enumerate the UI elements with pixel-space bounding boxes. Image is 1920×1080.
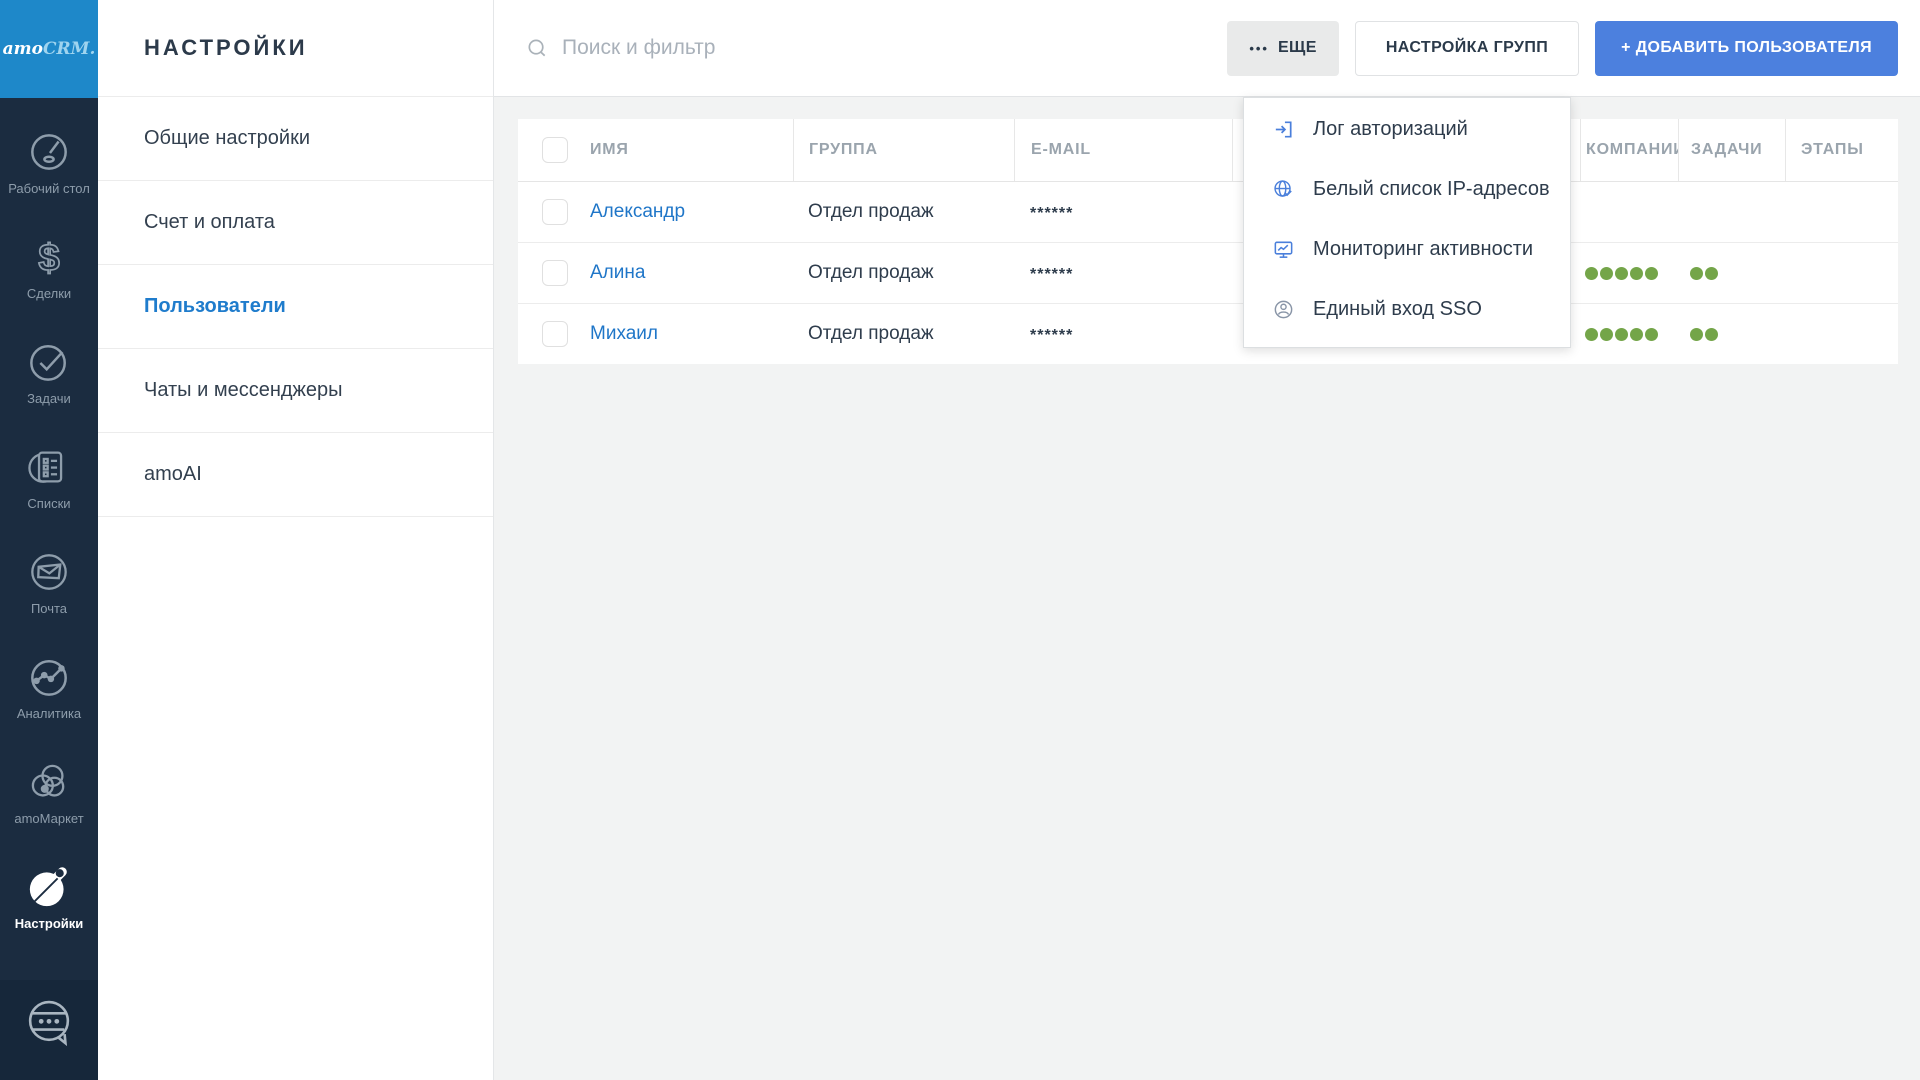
sidebar-item-label: Сделки	[26, 286, 72, 301]
user-name-link[interactable]: Алина	[590, 262, 645, 284]
settings-nav-item-general[interactable]: Общие настройки	[98, 97, 493, 181]
sidebar-item-label: Задачи	[27, 391, 71, 406]
sidebar-item-settings[interactable]: Настройки	[0, 845, 98, 950]
table-row: Александр Отдел продаж ******	[518, 182, 1898, 242]
settings-nav-item-billing[interactable]: Счет и оплата	[98, 181, 493, 265]
companies-dots	[1585, 266, 1658, 280]
login-icon	[1272, 118, 1295, 141]
sidebar-item-amomarket[interactable]: amoМаркет	[0, 740, 98, 845]
sidebar-item-deals[interactable]: $ Сделки	[0, 215, 98, 320]
menu-item-ip-whitelist[interactable]: Белый список IP-адресов	[1244, 159, 1570, 219]
menu-item-label: Белый список IP-адресов	[1313, 177, 1550, 200]
sidebar-item-label: Почта	[30, 601, 68, 616]
sidebar-item-label: Списки	[27, 496, 71, 511]
logo-crm-text: CRM.	[42, 39, 96, 59]
sidebar-item-label: amoМаркет	[14, 811, 84, 826]
row-checkbox[interactable]	[542, 260, 568, 286]
monitor-icon	[1272, 238, 1295, 261]
sidebar-item-tasks[interactable]: Задачи	[0, 320, 98, 425]
sidebar-item-label: Настройки	[14, 916, 84, 931]
row-checkbox[interactable]	[542, 321, 568, 347]
menu-item-auth-log[interactable]: Лог авторизаций	[1244, 99, 1570, 159]
sidebar-item-lists[interactable]: Списки	[0, 425, 98, 530]
tasks-dots	[1690, 327, 1718, 341]
person-circle-icon	[1272, 298, 1295, 321]
topbar-buttons: ••• ЕЩЕ НАСТРОЙКА ГРУПП + ДОБАВИТЬ ПОЛЬЗ…	[1227, 20, 1898, 76]
sidebar-item-analytics[interactable]: Аналитика	[0, 635, 98, 740]
search-icon	[526, 37, 549, 60]
sidebar-nav: Рабочий стол $ Сделки Задачи Списки Почт…	[0, 98, 98, 950]
table-row: Михаил Отдел продаж ******	[518, 303, 1898, 364]
sidebar-item-label: Аналитика	[16, 706, 82, 721]
dashboard-icon	[26, 129, 72, 175]
sidebar-item-label: Рабочий стол	[8, 181, 90, 196]
sidebar-item-mail[interactable]: Почта	[0, 530, 98, 635]
svg-text:$: $	[38, 236, 59, 279]
companies-dots	[1585, 327, 1658, 341]
select-all-checkbox[interactable]	[542, 137, 568, 163]
more-menu: Лог авторизаций Белый список IP-адресов …	[1243, 97, 1571, 348]
masked-email: ******	[1030, 266, 1074, 283]
amomarket-icon	[26, 759, 72, 805]
main-sidebar: amo CRM. Рабочий стол $ Сделки Задачи Сп…	[0, 0, 98, 1080]
users-table: ИМЯ ГРУППА E-MAIL КОМПАНИИ ЗАДАЧИ ЭТАПЫ …	[518, 119, 1898, 364]
search-placeholder: Поиск и фильтр	[562, 36, 716, 59]
analytics-icon	[26, 654, 72, 700]
mail-icon	[26, 549, 72, 595]
user-name-link[interactable]: Михаил	[590, 323, 658, 345]
menu-item-label: Лог авторизаций	[1313, 117, 1468, 140]
header-email: E-MAIL	[1014, 119, 1232, 181]
tasks-dots	[1690, 266, 1718, 280]
settings-nav-item-amoai[interactable]: amoAI	[98, 433, 493, 517]
menu-item-label: Мониторинг активности	[1313, 237, 1534, 260]
table-header: ИМЯ ГРУППА E-MAIL КОМПАНИИ ЗАДАЧИ ЭТАПЫ	[518, 119, 1898, 182]
masked-email: ******	[1030, 327, 1074, 344]
masked-email: ******	[1030, 205, 1074, 222]
lists-icon	[26, 444, 72, 490]
header-name: ИМЯ	[518, 119, 793, 181]
add-user-button[interactable]: + ДОБАВИТЬ ПОЛЬЗОВАТЕЛЯ	[1595, 20, 1898, 76]
chat-icon	[28, 1000, 70, 1047]
user-group: Отдел продаж	[808, 262, 934, 283]
main-area: Поиск и фильтр ••• ЕЩЕ НАСТРОЙКА ГРУПП +…	[494, 0, 1920, 1080]
user-name-link[interactable]: Александр	[590, 201, 685, 223]
settings-icon	[26, 864, 72, 910]
deals-icon: $	[26, 234, 72, 280]
more-button[interactable]: ••• ЕЩЕ	[1227, 20, 1339, 76]
table-row: Алина Отдел продаж ******	[518, 242, 1898, 303]
group-settings-button[interactable]: НАСТРОЙКА ГРУПП	[1354, 20, 1580, 76]
header-name-label: ИМЯ	[590, 141, 629, 158]
support-chat-button[interactable]	[23, 996, 75, 1048]
user-group: Отдел продаж	[808, 323, 934, 344]
page-title: НАСТРОЙКИ	[98, 0, 493, 97]
header-group: ГРУППА	[793, 119, 1014, 181]
header-stages: ЭТАПЫ	[1785, 119, 1898, 181]
search-input[interactable]: Поиск и фильтр	[526, 36, 1227, 60]
globe-icon	[1272, 178, 1295, 201]
sidebar-item-dashboard[interactable]: Рабочий стол	[0, 110, 98, 215]
user-group: Отдел продаж	[808, 201, 934, 222]
amocrm-app: amo CRM. Рабочий стол $ Сделки Задачи Сп…	[0, 0, 1920, 1080]
topbar: Поиск и фильтр ••• ЕЩЕ НАСТРОЙКА ГРУПП +…	[494, 0, 1920, 97]
menu-item-label: Единый вход SSO	[1313, 297, 1482, 320]
logo-amo-text: amo	[2, 39, 43, 59]
content-area: ИМЯ ГРУППА E-MAIL КОМПАНИИ ЗАДАЧИ ЭТАПЫ …	[494, 97, 1920, 1080]
menu-item-sso[interactable]: Единый вход SSO	[1244, 279, 1570, 339]
tasks-icon	[26, 339, 72, 385]
settings-nav-item-users[interactable]: Пользователи	[98, 265, 493, 349]
sidebar-footer	[0, 980, 98, 1080]
header-tasks: ЗАДАЧИ	[1678, 119, 1785, 181]
ellipsis-icon: •••	[1249, 40, 1269, 56]
row-checkbox[interactable]	[542, 199, 568, 225]
amocrm-logo[interactable]: amo CRM.	[0, 0, 98, 98]
header-companies: КОМПАНИИ	[1580, 119, 1678, 181]
settings-nav: НАСТРОЙКИ Общие настройки Счет и оплата …	[98, 0, 494, 1080]
menu-item-activity-monitoring[interactable]: Мониторинг активности	[1244, 219, 1570, 279]
settings-nav-item-chats[interactable]: Чаты и мессенджеры	[98, 349, 493, 433]
more-button-label: ЕЩЕ	[1277, 39, 1317, 56]
